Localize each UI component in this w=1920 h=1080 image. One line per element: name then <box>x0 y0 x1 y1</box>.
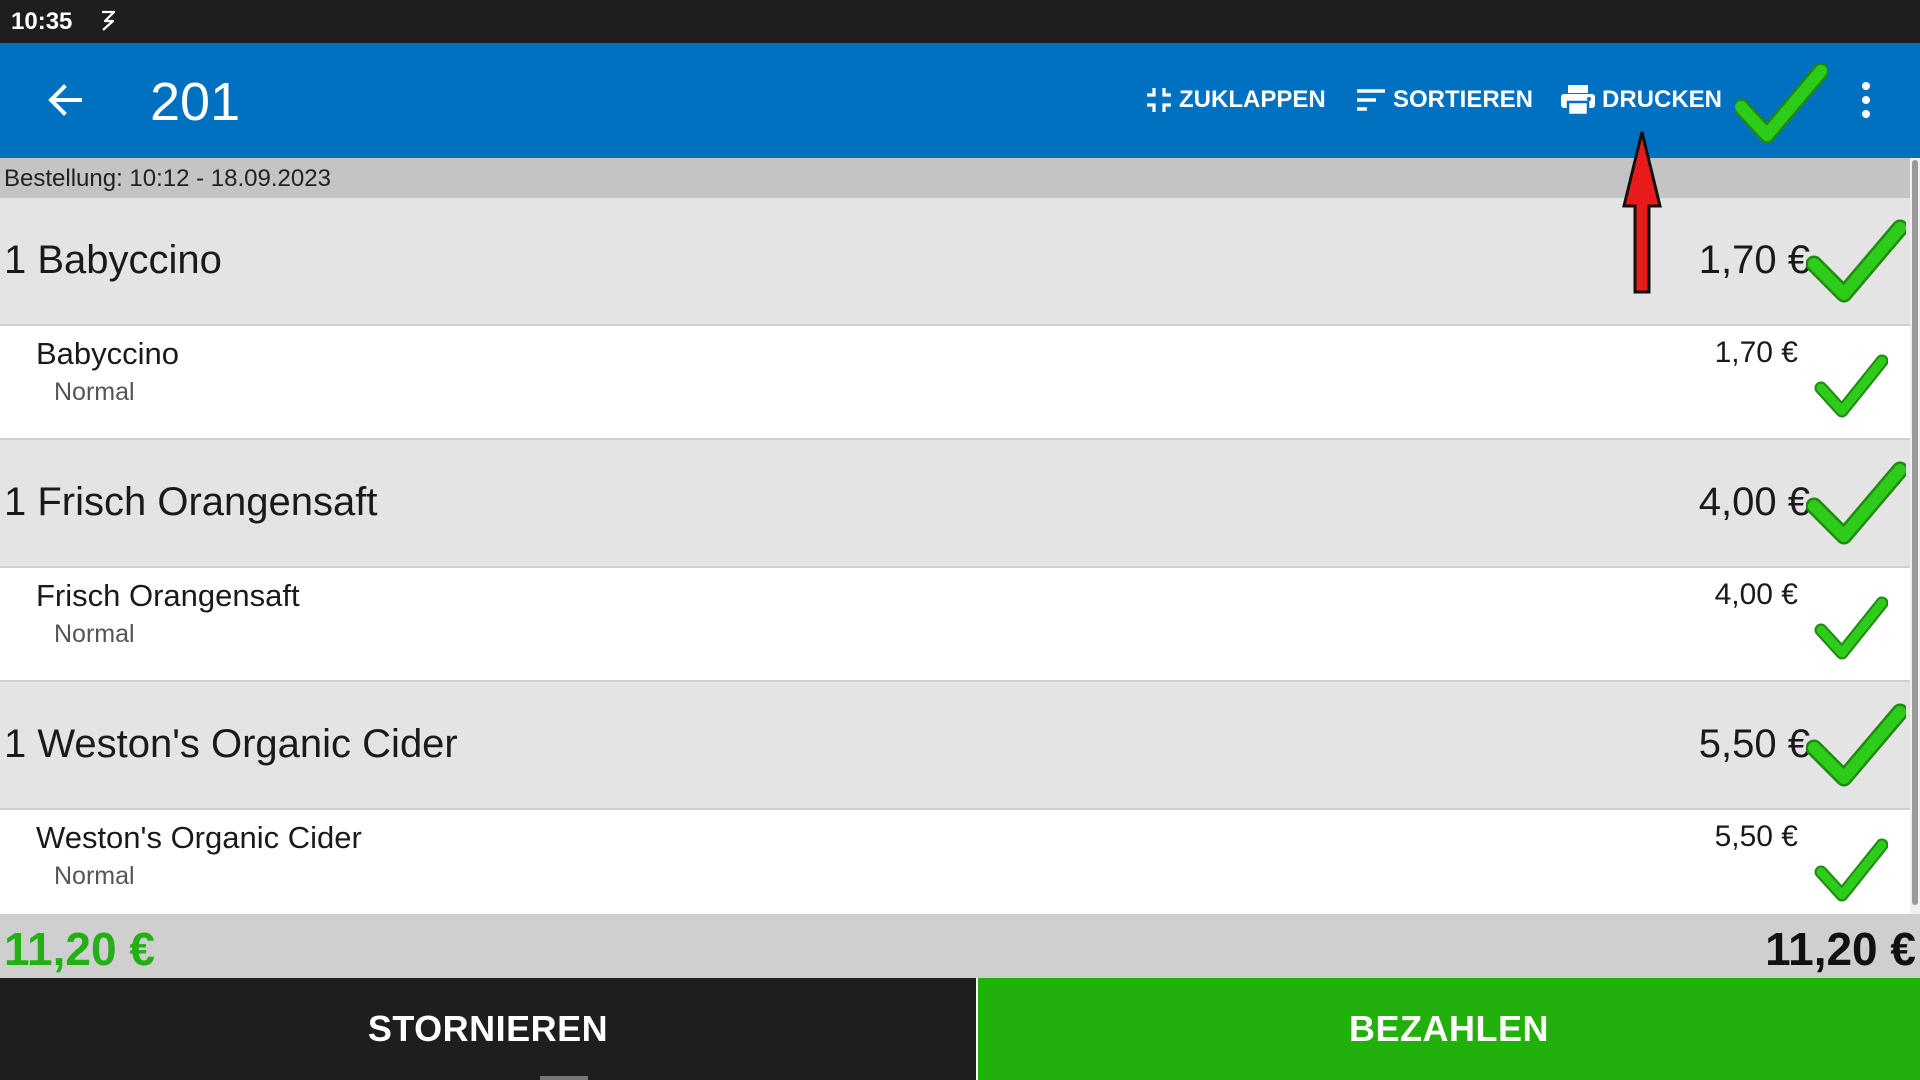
order-group-row[interactable]: 1 Weston's Organic Cider 5,50 € <box>0 682 1910 810</box>
printer-icon <box>1561 85 1595 116</box>
item-name: Babyccino <box>36 336 180 371</box>
status-time: 10:35 <box>11 8 73 35</box>
annotation-arrow-icon <box>1622 131 1662 294</box>
item-variant: Normal <box>54 862 135 890</box>
order-item-row[interactable]: Frisch Orangensaft Normal 4,00 € <box>0 568 1910 682</box>
item-variant: Normal <box>54 620 135 648</box>
status-bar: 10:35 <box>0 0 1920 43</box>
totals-bar: 11,20 € 11,20 € <box>0 914 1920 978</box>
collapse-button[interactable]: ZUKLAPPEN <box>1145 83 1326 117</box>
cancel-order-button[interactable]: STORNIEREN <box>0 978 976 1080</box>
order-group-row[interactable]: 1 Frisch Orangensaft 4,00 € <box>0 440 1910 568</box>
total-amount: 11,20 € <box>1765 923 1916 975</box>
sort-label: SORTIEREN <box>1393 86 1534 113</box>
check-icon[interactable] <box>1814 594 1888 662</box>
group-price: 4,00 € <box>1698 480 1810 524</box>
item-variant: Normal <box>54 378 135 406</box>
collapse-icon <box>1147 88 1171 112</box>
group-title: 1 Weston's Organic Cider <box>4 722 458 766</box>
group-price: 5,50 € <box>1698 722 1810 766</box>
order-item-row[interactable]: Weston's Organic Cider Normal 5,50 € <box>0 810 1910 914</box>
total-paid-amount: 11,20 € <box>4 923 155 975</box>
order-item-row[interactable]: Babyccino Normal 1,70 € <box>0 326 1910 440</box>
check-icon[interactable] <box>1806 702 1906 788</box>
item-price: 5,50 € <box>1714 820 1798 853</box>
scrollbar-thumb[interactable] <box>1912 160 1918 905</box>
table-number-title: 201 <box>150 72 241 132</box>
check-icon[interactable] <box>1806 218 1906 304</box>
item-price: 4,00 € <box>1714 578 1798 611</box>
item-name: Weston's Organic Cider <box>36 820 362 855</box>
more-vert-icon[interactable] <box>1850 77 1882 123</box>
check-icon[interactable] <box>1806 460 1906 546</box>
item-price: 1,70 € <box>1714 336 1798 369</box>
print-label: DRUCKEN <box>1602 86 1722 113</box>
notification-icon <box>102 10 116 31</box>
sort-button[interactable]: SORTIEREN <box>1355 83 1533 117</box>
item-name: Frisch Orangensaft <box>36 578 300 613</box>
confirm-all-check-icon[interactable] <box>1735 63 1827 145</box>
group-title: 1 Babyccino <box>4 238 222 282</box>
sort-icon <box>1357 89 1385 111</box>
check-icon[interactable] <box>1814 836 1888 904</box>
group-price: 1,70 € <box>1698 238 1810 282</box>
pay-button[interactable]: BEZAHLEN <box>978 978 1920 1080</box>
back-arrow-icon[interactable] <box>44 79 86 121</box>
group-title: 1 Frisch Orangensaft <box>4 480 378 524</box>
collapse-label: ZUKLAPPEN <box>1179 86 1326 113</box>
check-icon[interactable] <box>1814 352 1888 420</box>
print-button[interactable]: DRUCKEN <box>1560 83 1722 117</box>
gesture-bar <box>540 1076 588 1080</box>
